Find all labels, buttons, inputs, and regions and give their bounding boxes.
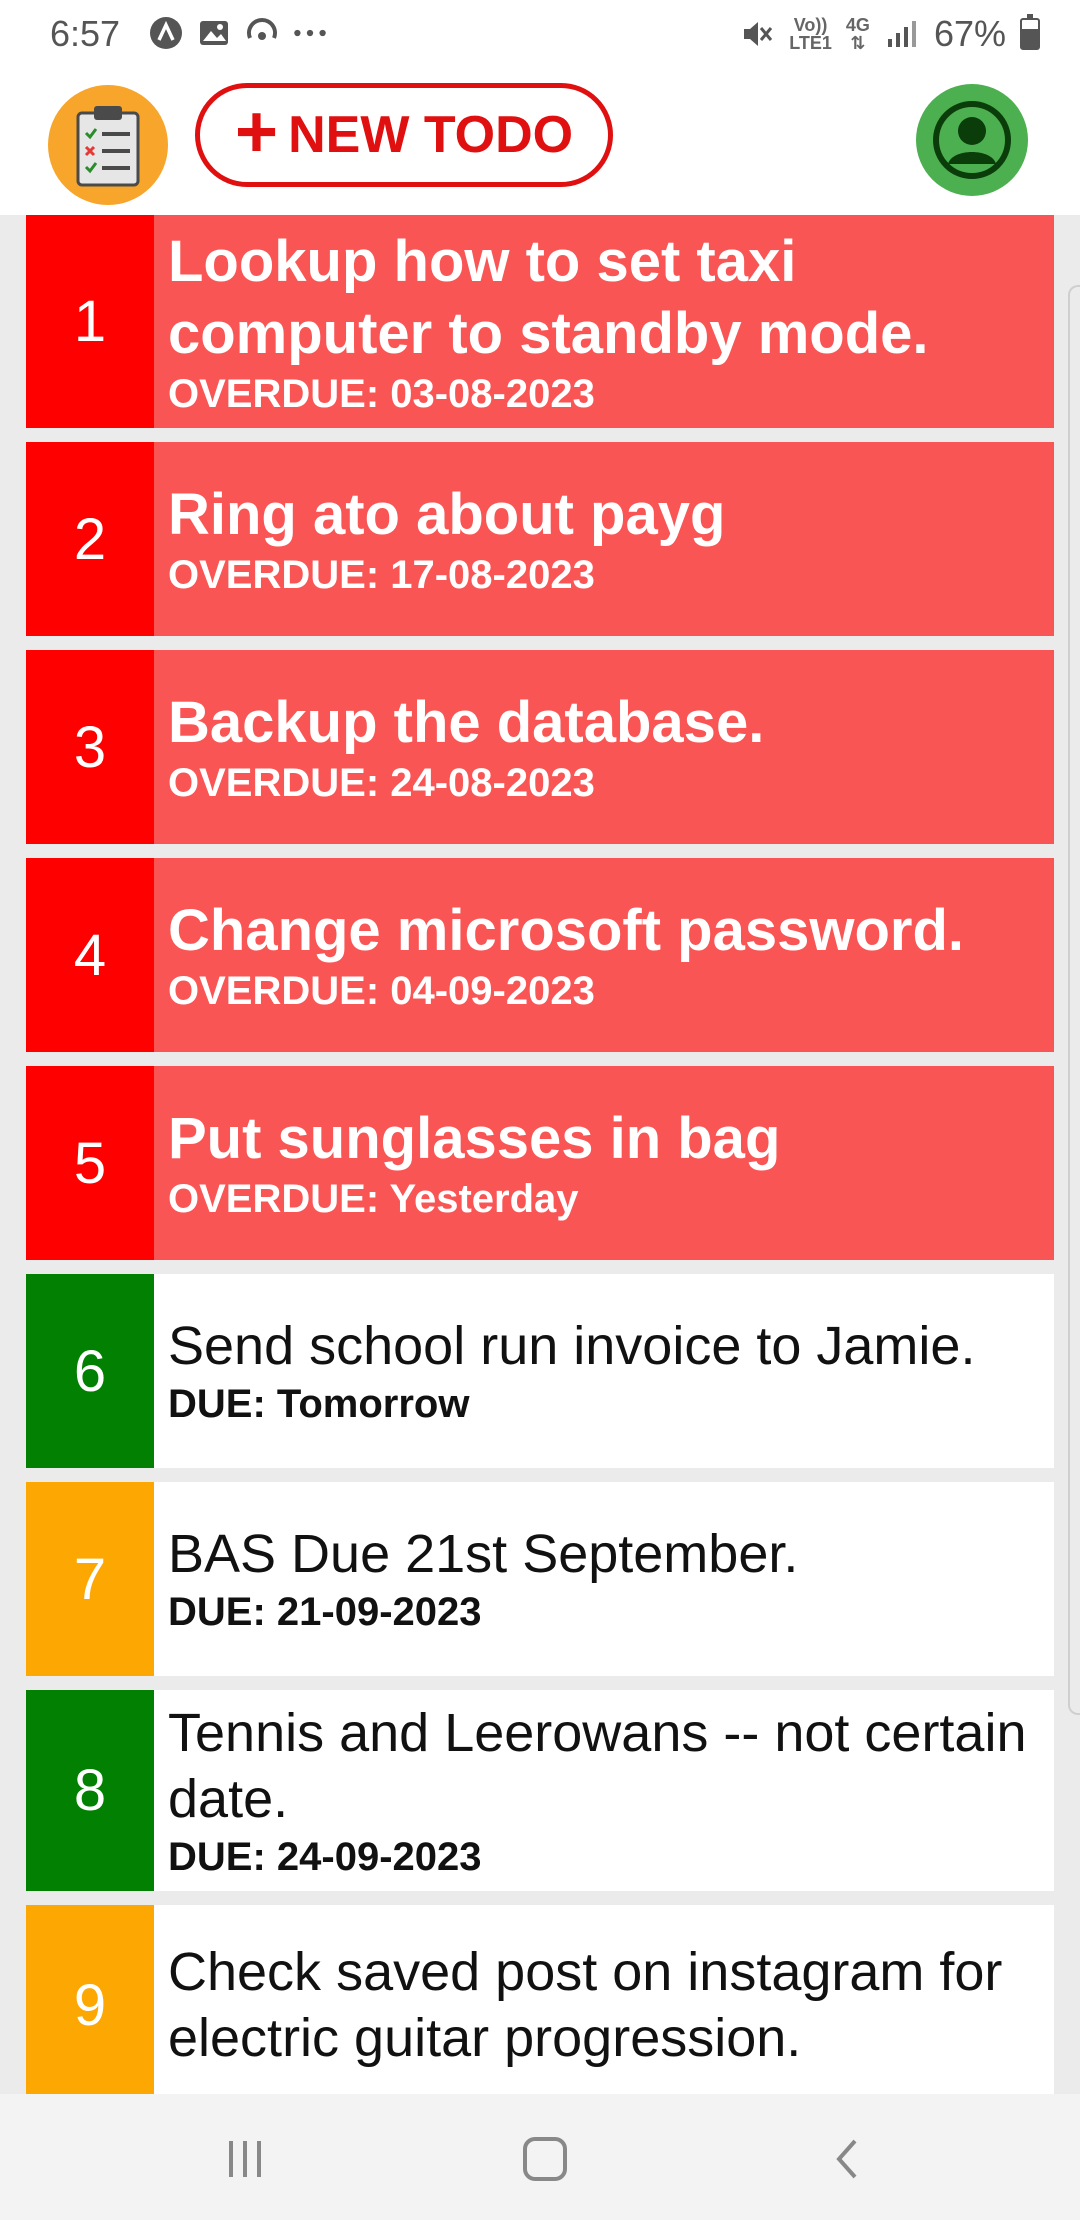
todo-title: Tennis and Leerowans -- not certain date…: [168, 1702, 1027, 1829]
back-icon[interactable]: [812, 2124, 882, 2194]
home-icon[interactable]: [510, 2124, 580, 2194]
volte-top-text: Vo)): [793, 15, 828, 35]
todo-number: 3: [26, 650, 154, 844]
todo-row[interactable]: 4 Change microsoft password. OVERDUE: 04-0…: [26, 858, 1054, 1052]
todo-row[interactable]: 9 Check saved post on instagram for elect…: [26, 1905, 1054, 2094]
todo-list: 1 Lookup how to set taxi computer to stan…: [26, 215, 1054, 2094]
todo-number: 9: [26, 1905, 154, 2094]
todo-content[interactable]: Put sunglasses in bag OVERDUE: Yesterday: [154, 1066, 1054, 1260]
user-icon[interactable]: [916, 84, 1028, 196]
todo-number: 7: [26, 1482, 154, 1676]
battery-percent: 67%: [933, 13, 1006, 54]
notification-icons: [148, 15, 328, 51]
todo-due-date: DUE: Tomorrow: [168, 1382, 470, 1426]
navigation-bar: [0, 2094, 1080, 2220]
todo-title: Change microsoft password.: [168, 898, 965, 963]
todo-content[interactable]: Send school run invoice to Jamie. DUE: To…: [154, 1274, 1054, 1468]
todo-title: Ring ato about payg: [168, 482, 726, 547]
volte-indicator: Vo)) LTE1: [789, 16, 832, 52]
todo-row[interactable]: 5 Put sunglasses in bag OVERDUE: Yesterday: [26, 1066, 1054, 1260]
todo-row[interactable]: 3 Backup the database. OVERDUE: 24-08-2023: [26, 650, 1054, 844]
todo-number: 4: [26, 858, 154, 1052]
todo-row[interactable]: 6 Send school run invoice to Jamie. DUE: T…: [26, 1274, 1054, 1468]
todo-due-date: OVERDUE: 03-08-2023: [168, 371, 595, 416]
todo-due-date: DUE: 21-09-2023: [168, 1590, 482, 1634]
todo-row[interactable]: 8 Tennis and Leerowans -- not certain dat…: [26, 1690, 1054, 1891]
todo-title: Check saved post on instagram for electr…: [168, 1942, 1003, 2068]
todo-due-date: DUE: 24-09-2023: [168, 1834, 482, 1879]
network-type-text: 4G: [845, 15, 870, 35]
status-time: 6:57: [50, 13, 121, 54]
checklist-icon[interactable]: [48, 85, 168, 205]
scrollbar[interactable]: [1068, 285, 1080, 1715]
new-todo-button[interactable]: + NEW TODO: [195, 83, 613, 187]
todo-content[interactable]: Change microsoft password. OVERDUE: 04-09…: [154, 858, 1054, 1052]
status-bar: 6:57 Vo)) LTE1 4G ⇅ 67%: [0, 0, 1080, 70]
todo-row[interactable]: 1 Lookup how to set taxi computer to stan…: [26, 215, 1054, 428]
recents-icon[interactable]: [210, 2124, 280, 2194]
todo-content[interactable]: Backup the database. OVERDUE: 24-08-2023: [154, 650, 1054, 844]
mute-icon: [739, 16, 775, 52]
new-todo-label: NEW TODO: [288, 106, 574, 164]
todo-due-date: OVERDUE: 17-08-2023: [168, 553, 595, 597]
todo-due-date: OVERDUE: Yesterday: [168, 1177, 579, 1221]
todo-title: Send school run invoice to Jamie.: [168, 1316, 976, 1376]
todo-title: Put sunglasses in bag: [168, 1106, 781, 1171]
image-notification-icon: [196, 15, 232, 51]
todo-number: 6: [26, 1274, 154, 1468]
more-notifications-icon: [292, 15, 328, 51]
sync-notification-icon: [244, 15, 280, 51]
todo-due-date: OVERDUE: 24-08-2023: [168, 761, 595, 805]
app-notification-icon: [148, 15, 184, 51]
network-type: 4G ⇅: [845, 15, 870, 53]
todo-title: Lookup how to set taxi computer to stand…: [168, 228, 929, 366]
signal-icon: [884, 16, 920, 52]
volte-bottom-text: LTE1: [789, 33, 832, 53]
plus-icon: +: [234, 90, 279, 173]
todo-due-date: OVERDUE: 04-09-2023: [168, 969, 595, 1013]
todo-title: Backup the database.: [168, 690, 765, 755]
todo-content[interactable]: Lookup how to set taxi computer to stand…: [154, 215, 1054, 428]
todo-title: BAS Due 21st September.: [168, 1524, 799, 1584]
todo-content[interactable]: Ring ato about payg OVERDUE: 17-08-2023: [154, 442, 1054, 636]
battery-icon: [1020, 14, 1040, 50]
todo-row[interactable]: 7 BAS Due 21st September. DUE: 21-09-2023: [26, 1482, 1054, 1676]
todo-number: 1: [26, 215, 154, 428]
app-header: + NEW TODO: [0, 70, 1080, 215]
todo-row[interactable]: 2 Ring ato about payg OVERDUE: 17-08-2023: [26, 442, 1054, 636]
todo-content[interactable]: BAS Due 21st September. DUE: 21-09-2023: [154, 1482, 1054, 1676]
todo-number: 2: [26, 442, 154, 636]
todo-number: 5: [26, 1066, 154, 1260]
status-indicators: Vo)) LTE1 4G ⇅ 67%: [739, 13, 1040, 55]
todo-content[interactable]: Tennis and Leerowans -- not certain date…: [154, 1690, 1054, 1891]
todo-content[interactable]: Check saved post on instagram for electr…: [154, 1905, 1054, 2094]
todo-number: 8: [26, 1690, 154, 1891]
